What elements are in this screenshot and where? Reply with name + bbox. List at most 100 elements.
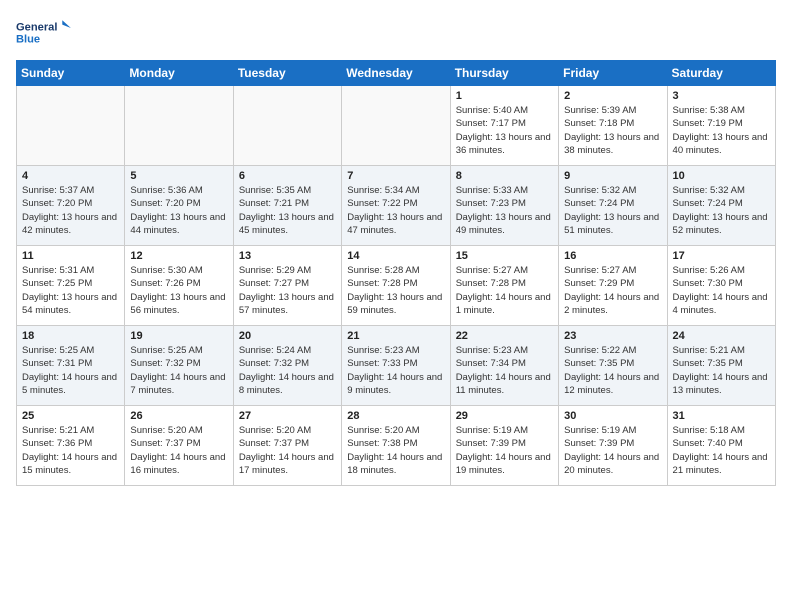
day-number: 13: [239, 250, 336, 262]
weekday-header: Sunday: [17, 61, 125, 86]
day-number: 8: [456, 170, 553, 182]
day-detail: Sunrise: 5:18 AMSunset: 7:40 PMDaylight:…: [673, 424, 770, 477]
calendar-cell: 13 Sunrise: 5:29 AMSunset: 7:27 PMDayligh…: [233, 246, 341, 326]
calendar-cell: 23 Sunrise: 5:22 AMSunset: 7:35 PMDayligh…: [559, 326, 667, 406]
calendar-cell: 24Sunrise: 5:21 AMSunset: 7:35 PMDayligh…: [667, 326, 775, 406]
day-number: 10: [673, 170, 770, 182]
day-number: 7: [347, 170, 444, 182]
day-number: 31: [673, 410, 770, 422]
calendar-cell: [17, 86, 125, 166]
calendar-week-row: 11Sunrise: 5:31 AMSunset: 7:25 PMDayligh…: [17, 246, 776, 326]
day-number: 30: [564, 410, 661, 422]
day-number: 18: [22, 330, 119, 342]
calendar-cell: 5 Sunrise: 5:36 AMSunset: 7:20 PMDaylight…: [125, 166, 233, 246]
calendar-cell: 19 Sunrise: 5:25 AMSunset: 7:32 PMDayligh…: [125, 326, 233, 406]
calendar-cell: 2 Sunrise: 5:39 AMSunset: 7:18 PMDaylight…: [559, 86, 667, 166]
calendar-cell: 29Sunrise: 5:19 AMSunset: 7:39 PMDayligh…: [450, 406, 558, 486]
day-detail: Sunrise: 5:23 AMSunset: 7:34 PMDaylight:…: [456, 344, 553, 397]
day-detail: Sunrise: 5:39 AMSunset: 7:18 PMDaylight:…: [564, 104, 661, 157]
calendar-cell: 30 Sunrise: 5:19 AMSunset: 7:39 PMDayligh…: [559, 406, 667, 486]
calendar-cell: 11Sunrise: 5:31 AMSunset: 7:25 PMDayligh…: [17, 246, 125, 326]
calendar-cell: 8 Sunrise: 5:33 AMSunset: 7:23 PMDaylight…: [450, 166, 558, 246]
day-number: 17: [673, 250, 770, 262]
page-header: General Blue: [16, 16, 776, 52]
day-detail: Sunrise: 5:32 AMSunset: 7:24 PMDaylight:…: [564, 184, 661, 237]
day-detail: Sunrise: 5:27 AMSunset: 7:29 PMDaylight:…: [564, 264, 661, 317]
day-number: 21: [347, 330, 444, 342]
day-number: 26: [130, 410, 227, 422]
day-number: 9: [564, 170, 661, 182]
day-detail: Sunrise: 5:19 AMSunset: 7:39 PMDaylight:…: [564, 424, 661, 477]
calendar-cell: 27 Sunrise: 5:20 AMSunset: 7:37 PMDayligh…: [233, 406, 341, 486]
day-detail: Sunrise: 5:25 AMSunset: 7:31 PMDaylight:…: [22, 344, 119, 397]
day-number: 27: [239, 410, 336, 422]
weekday-header: Monday: [125, 61, 233, 86]
calendar-cell: 16 Sunrise: 5:27 AMSunset: 7:29 PMDayligh…: [559, 246, 667, 326]
calendar-cell: 7 Sunrise: 5:34 AMSunset: 7:22 PMDaylight…: [342, 166, 450, 246]
logo-svg: General Blue: [16, 16, 76, 52]
day-number: 5: [130, 170, 227, 182]
calendar-cell: 1 Sunrise: 5:40 AMSunset: 7:17 PMDaylight…: [450, 86, 558, 166]
day-detail: Sunrise: 5:29 AMSunset: 7:27 PMDaylight:…: [239, 264, 336, 317]
day-detail: Sunrise: 5:40 AMSunset: 7:17 PMDaylight:…: [456, 104, 553, 157]
day-detail: Sunrise: 5:33 AMSunset: 7:23 PMDaylight:…: [456, 184, 553, 237]
calendar-week-row: 4 Sunrise: 5:37 AMSunset: 7:20 PMDaylight…: [17, 166, 776, 246]
calendar-cell: 18 Sunrise: 5:25 AMSunset: 7:31 PMDayligh…: [17, 326, 125, 406]
day-detail: Sunrise: 5:36 AMSunset: 7:20 PMDaylight:…: [130, 184, 227, 237]
day-number: 14: [347, 250, 444, 262]
weekday-header: Wednesday: [342, 61, 450, 86]
weekday-header: Thursday: [450, 61, 558, 86]
day-detail: Sunrise: 5:37 AMSunset: 7:20 PMDaylight:…: [22, 184, 119, 237]
calendar-cell: 26 Sunrise: 5:20 AMSunset: 7:37 PMDayligh…: [125, 406, 233, 486]
day-detail: Sunrise: 5:35 AMSunset: 7:21 PMDaylight:…: [239, 184, 336, 237]
day-detail: Sunrise: 5:32 AMSunset: 7:24 PMDaylight:…: [673, 184, 770, 237]
day-number: 3: [673, 90, 770, 102]
calendar-cell: [233, 86, 341, 166]
calendar-cell: 20 Sunrise: 5:24 AMSunset: 7:32 PMDayligh…: [233, 326, 341, 406]
day-detail: Sunrise: 5:28 AMSunset: 7:28 PMDaylight:…: [347, 264, 444, 317]
day-detail: Sunrise: 5:19 AMSunset: 7:39 PMDaylight:…: [456, 424, 553, 477]
day-number: 25: [22, 410, 119, 422]
weekday-header: Tuesday: [233, 61, 341, 86]
day-number: 22: [456, 330, 553, 342]
calendar-cell: 25Sunrise: 5:21 AMSunset: 7:36 PMDayligh…: [17, 406, 125, 486]
calendar-cell: 4 Sunrise: 5:37 AMSunset: 7:20 PMDaylight…: [17, 166, 125, 246]
calendar-cell: 10 Sunrise: 5:32 AMSunset: 7:24 PMDayligh…: [667, 166, 775, 246]
day-detail: Sunrise: 5:24 AMSunset: 7:32 PMDaylight:…: [239, 344, 336, 397]
day-number: 11: [22, 250, 119, 262]
day-detail: Sunrise: 5:20 AMSunset: 7:37 PMDaylight:…: [239, 424, 336, 477]
day-number: 19: [130, 330, 227, 342]
logo: General Blue: [16, 16, 76, 52]
day-detail: Sunrise: 5:25 AMSunset: 7:32 PMDaylight:…: [130, 344, 227, 397]
calendar-cell: 9 Sunrise: 5:32 AMSunset: 7:24 PMDaylight…: [559, 166, 667, 246]
day-detail: Sunrise: 5:22 AMSunset: 7:35 PMDaylight:…: [564, 344, 661, 397]
day-number: 16: [564, 250, 661, 262]
day-number: 4: [22, 170, 119, 182]
day-number: 1: [456, 90, 553, 102]
svg-text:Blue: Blue: [16, 34, 40, 46]
day-detail: Sunrise: 5:26 AMSunset: 7:30 PMDaylight:…: [673, 264, 770, 317]
day-number: 6: [239, 170, 336, 182]
calendar-cell: 14 Sunrise: 5:28 AMSunset: 7:28 PMDayligh…: [342, 246, 450, 326]
calendar-cell: 17 Sunrise: 5:26 AMSunset: 7:30 PMDayligh…: [667, 246, 775, 326]
day-number: 2: [564, 90, 661, 102]
calendar-cell: 22 Sunrise: 5:23 AMSunset: 7:34 PMDayligh…: [450, 326, 558, 406]
day-detail: Sunrise: 5:20 AMSunset: 7:37 PMDaylight:…: [130, 424, 227, 477]
day-number: 28: [347, 410, 444, 422]
calendar-cell: 12Sunrise: 5:30 AMSunset: 7:26 PMDayligh…: [125, 246, 233, 326]
calendar-cell: 6 Sunrise: 5:35 AMSunset: 7:21 PMDaylight…: [233, 166, 341, 246]
day-number: 20: [239, 330, 336, 342]
day-detail: Sunrise: 5:38 AMSunset: 7:19 PMDaylight:…: [673, 104, 770, 157]
day-detail: Sunrise: 5:30 AMSunset: 7:26 PMDaylight:…: [130, 264, 227, 317]
calendar-week-row: 25Sunrise: 5:21 AMSunset: 7:36 PMDayligh…: [17, 406, 776, 486]
day-detail: Sunrise: 5:34 AMSunset: 7:22 PMDaylight:…: [347, 184, 444, 237]
calendar-table: SundayMondayTuesdayWednesdayThursdayFrid…: [16, 60, 776, 486]
calendar-cell: [125, 86, 233, 166]
day-number: 15: [456, 250, 553, 262]
calendar-cell: 3 Sunrise: 5:38 AMSunset: 7:19 PMDaylight…: [667, 86, 775, 166]
day-number: 23: [564, 330, 661, 342]
day-detail: Sunrise: 5:20 AMSunset: 7:38 PMDaylight:…: [347, 424, 444, 477]
weekday-header: Friday: [559, 61, 667, 86]
day-number: 24: [673, 330, 770, 342]
day-detail: Sunrise: 5:27 AMSunset: 7:28 PMDaylight:…: [456, 264, 553, 317]
